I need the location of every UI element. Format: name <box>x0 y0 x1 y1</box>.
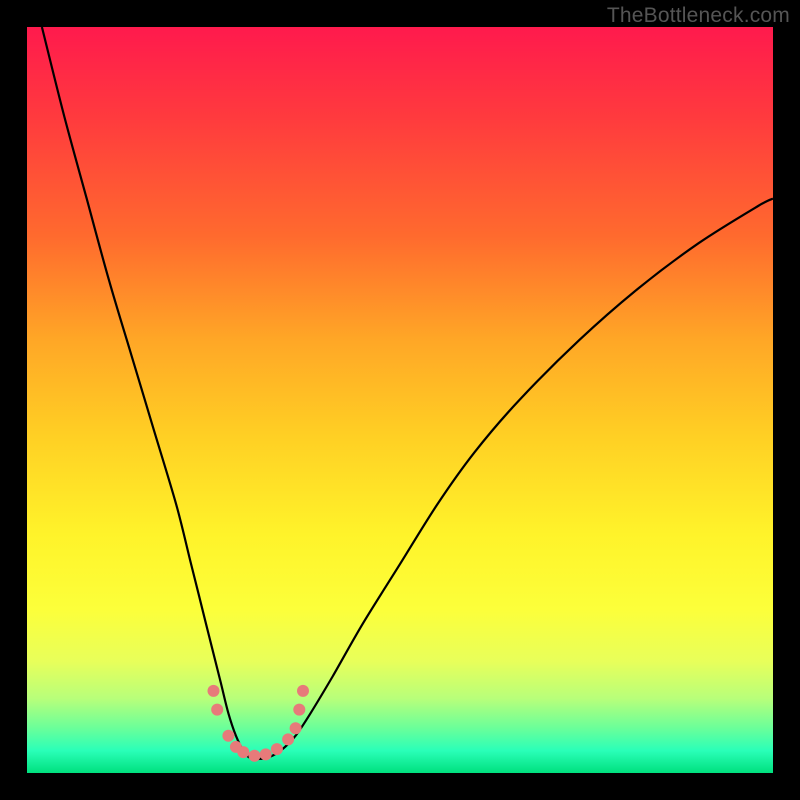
highlight-marker <box>271 743 283 755</box>
highlight-marker <box>282 733 294 745</box>
highlight-marker <box>208 685 220 697</box>
highlight-markers-group <box>208 685 310 762</box>
highlight-marker <box>237 746 249 758</box>
plot-area <box>27 27 773 773</box>
highlight-marker <box>249 750 261 762</box>
highlight-marker <box>211 704 223 716</box>
highlight-marker <box>297 685 309 697</box>
highlight-marker <box>293 704 305 716</box>
watermark-text: TheBottleneck.com <box>607 4 790 28</box>
bottleneck-curve-svg <box>27 27 773 773</box>
bottleneck-curve-path <box>42 27 773 759</box>
highlight-marker <box>290 722 302 734</box>
highlight-marker <box>260 748 272 760</box>
highlight-marker <box>222 730 234 742</box>
